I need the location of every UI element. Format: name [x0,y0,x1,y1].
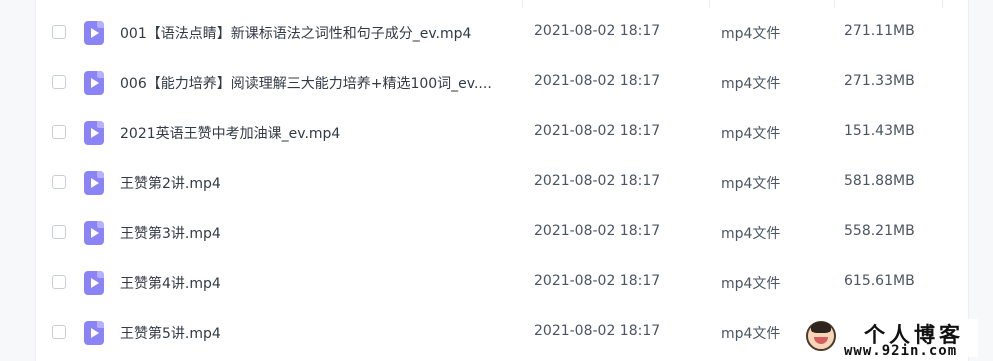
file-type: mp4文件 [721,326,781,342]
modified-date: 2021-08-02 18:17 [534,223,661,239]
play-icon [91,78,99,88]
type-column-divider [710,0,835,8]
watermark-url: www.92in.com [844,343,958,359]
file-name[interactable]: 王赞第2讲.mp4 [120,173,515,193]
name-column-divider [36,0,523,8]
modified-date: 2021-08-02 18:17 [534,23,661,39]
blog-watermark: 个人博客 www.92in.com [806,319,978,359]
video-file-icon [84,71,104,95]
table-row[interactable]: 2021英语王赞中考加油课_ev.mp4 2021-08-02 18:17 mp… [36,108,968,158]
play-icon [91,28,99,38]
file-type: mp4文件 [721,76,781,92]
file-name[interactable]: 王赞第3讲.mp4 [120,223,515,243]
table-row[interactable]: 001【语法点睛】新课标语法之词性和句子成分_ev.mp4 2021-08-02… [36,8,968,58]
left-gutter [0,0,36,361]
file-size: 271.33MB [844,73,915,89]
file-name[interactable]: 2021英语王赞中考加油课_ev.mp4 [120,123,515,143]
row-checkbox[interactable] [52,325,66,339]
file-list-page: 001【语法点睛】新课标语法之词性和句子成分_ev.mp4 2021-08-02… [0,0,993,361]
file-name[interactable]: 001【语法点睛】新课标语法之词性和句子成分_ev.mp4 [120,23,515,43]
file-type: mp4文件 [721,26,781,42]
size-column-divider [835,0,943,8]
date-column-divider [523,0,710,8]
video-file-icon [84,271,104,295]
video-file-icon [84,121,104,145]
row-checkbox[interactable] [52,225,66,239]
video-file-icon [84,171,104,195]
file-size: 271.11MB [844,23,915,39]
right-scroll-gutter[interactable] [968,0,993,361]
play-icon [91,178,99,188]
modified-date: 2021-08-02 18:17 [534,323,661,339]
video-file-icon [84,21,104,45]
file-type: mp4文件 [721,276,781,292]
modified-date: 2021-08-02 18:17 [534,273,661,289]
file-size: 558.21MB [844,223,915,239]
play-icon [91,278,99,288]
table-row[interactable]: 王赞第3讲.mp4 2021-08-02 18:17 mp4文件 558.21M… [36,208,968,258]
row-checkbox[interactable] [52,75,66,89]
row-checkbox[interactable] [52,275,66,289]
file-size: 615.61MB [844,273,915,289]
row-checkbox[interactable] [52,25,66,39]
file-name[interactable]: 006【能力培养】阅读理解三大能力培养+精选100词_ev.... [120,73,515,93]
video-file-icon [84,221,104,245]
modified-date: 2021-08-02 18:17 [534,173,661,189]
row-checkbox[interactable] [52,125,66,139]
row-checkbox[interactable] [52,175,66,189]
play-icon [91,128,99,138]
video-file-icon [84,321,104,345]
file-type: mp4文件 [721,126,781,142]
table-row[interactable]: 王赞第4讲.mp4 2021-08-02 18:17 mp4文件 615.61M… [36,258,968,308]
cartoon-avatar-icon [806,321,836,351]
file-name[interactable]: 王赞第5讲.mp4 [120,323,515,343]
modified-date: 2021-08-02 18:17 [534,123,661,139]
file-name[interactable]: 王赞第4讲.mp4 [120,273,515,293]
file-size: 581.88MB [844,173,915,189]
column-header-strip [36,0,968,8]
file-size: 151.43MB [844,123,915,139]
file-type: mp4文件 [721,176,781,192]
table-row[interactable]: 006【能力培养】阅读理解三大能力培养+精选100词_ev.... 2021-0… [36,58,968,108]
play-icon [91,228,99,238]
table-row[interactable]: 王赞第2讲.mp4 2021-08-02 18:17 mp4文件 581.88M… [36,158,968,208]
file-table: 001【语法点睛】新课标语法之词性和句子成分_ev.mp4 2021-08-02… [36,8,968,358]
play-icon [91,328,99,338]
modified-date: 2021-08-02 18:17 [534,73,661,89]
file-type: mp4文件 [721,226,781,242]
